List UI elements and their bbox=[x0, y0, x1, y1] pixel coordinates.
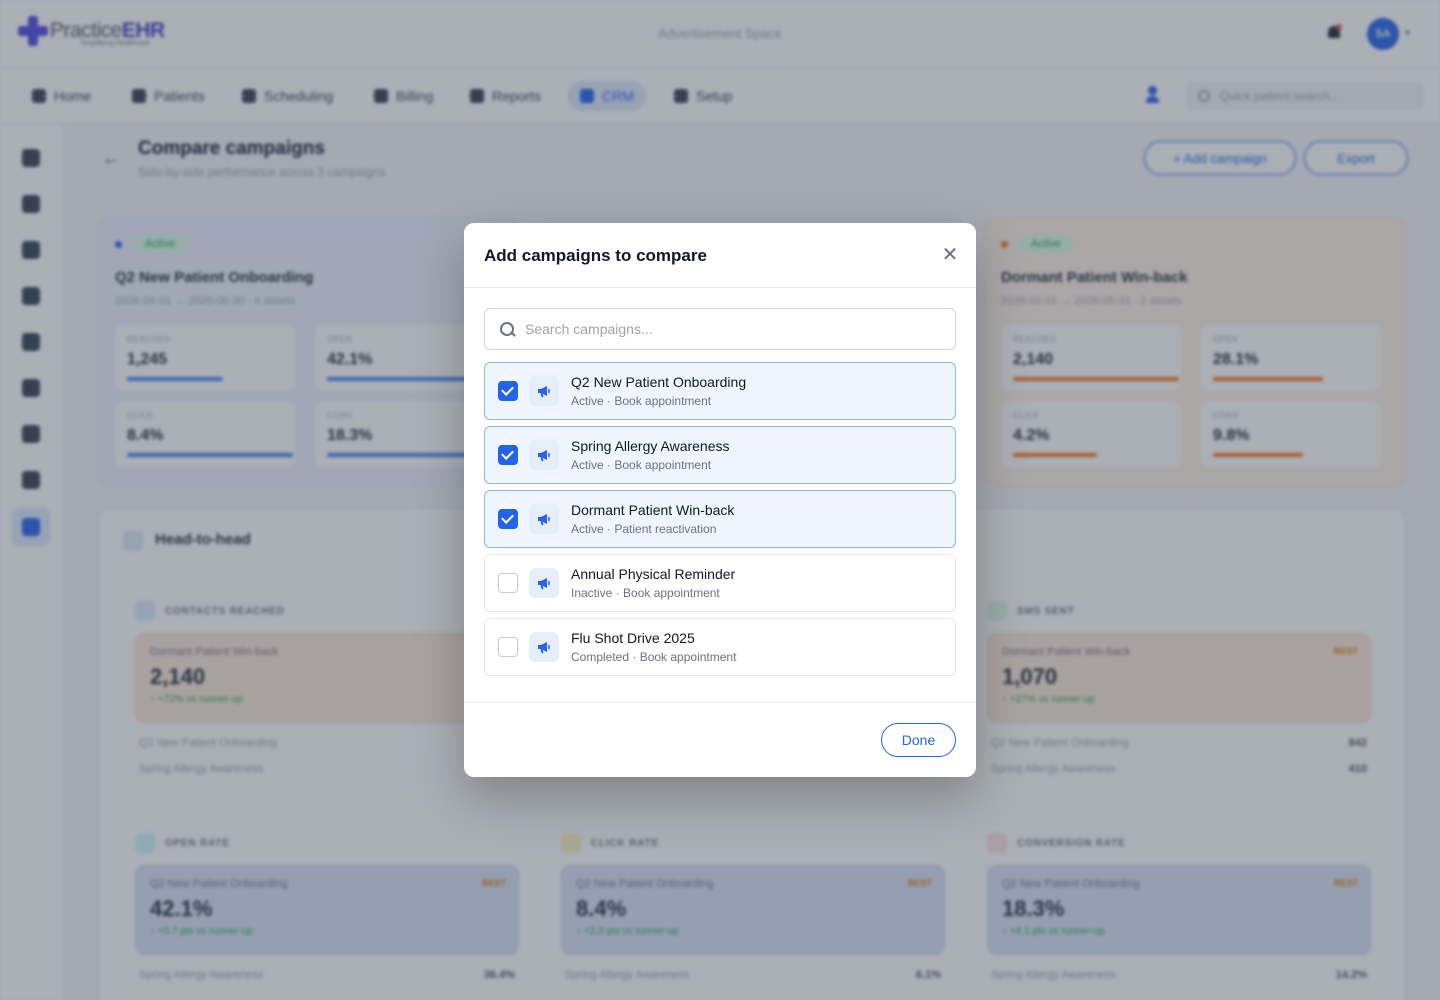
campaign-option-meta: Active · Book appointment bbox=[571, 394, 712, 408]
checkbox[interactable] bbox=[498, 573, 518, 593]
campaign-icon-wrap bbox=[529, 632, 559, 662]
checkbox[interactable] bbox=[498, 637, 518, 657]
checkbox[interactable] bbox=[498, 445, 518, 465]
megaphone-icon bbox=[538, 450, 550, 461]
done-button[interactable]: Done bbox=[881, 723, 956, 757]
campaign-icon-wrap bbox=[529, 568, 559, 598]
modal-footer: Done bbox=[464, 702, 976, 777]
campaign-option-q2-new-patient-onboarding[interactable]: Q2 New Patient Onboarding Active · Book … bbox=[484, 362, 956, 420]
megaphone-icon bbox=[538, 386, 550, 397]
checkbox[interactable] bbox=[498, 509, 518, 529]
check-icon bbox=[501, 447, 514, 460]
campaign-option-meta: Completed · Book appointment bbox=[571, 650, 737, 664]
check-icon bbox=[501, 383, 514, 396]
campaign-option-flu-shot-drive-2025[interactable]: Flu Shot Drive 2025 Completed · Book app… bbox=[484, 618, 956, 676]
campaign-icon-wrap bbox=[529, 376, 559, 406]
campaign-icon-wrap bbox=[529, 440, 559, 470]
campaign-option-dormant-patient-win-back[interactable]: Dormant Patient Win-back Active · Patien… bbox=[484, 490, 956, 548]
campaign-option-name: Dormant Patient Win-back bbox=[571, 502, 735, 518]
close-icon[interactable]: ✕ bbox=[940, 245, 960, 265]
campaign-option-name: Q2 New Patient Onboarding bbox=[571, 374, 747, 390]
megaphone-icon bbox=[538, 514, 550, 525]
checkbox[interactable] bbox=[498, 381, 518, 401]
search-input[interactable] bbox=[525, 309, 945, 349]
campaign-option-name: Annual Physical Reminder bbox=[571, 566, 736, 582]
megaphone-icon bbox=[538, 578, 550, 589]
campaign-option-annual-physical-reminder[interactable]: Annual Physical Reminder Inactive · Book… bbox=[484, 554, 956, 612]
search-icon bbox=[500, 322, 515, 337]
campaign-option-meta: Active · Patient reactivation bbox=[571, 522, 717, 536]
megaphone-icon bbox=[538, 642, 550, 653]
search-box bbox=[484, 308, 956, 350]
campaign-option-meta: Inactive · Book appointment bbox=[571, 586, 720, 600]
campaign-icon-wrap bbox=[529, 504, 559, 534]
campaign-option-spring-allergy-awareness[interactable]: Spring Allergy Awareness Active · Book a… bbox=[484, 426, 956, 484]
add-campaigns-modal: Add campaigns to compare ✕ Q2 New Patien… bbox=[464, 223, 976, 777]
campaign-option-name: Spring Allergy Awareness bbox=[571, 438, 730, 454]
campaign-option-name: Flu Shot Drive 2025 bbox=[571, 630, 695, 646]
modal-title: Add campaigns to compare bbox=[484, 246, 707, 265]
check-icon bbox=[501, 511, 514, 524]
campaign-option-meta: Active · Book appointment bbox=[571, 458, 712, 472]
modal-header: Add campaigns to compare ✕ bbox=[464, 223, 976, 288]
